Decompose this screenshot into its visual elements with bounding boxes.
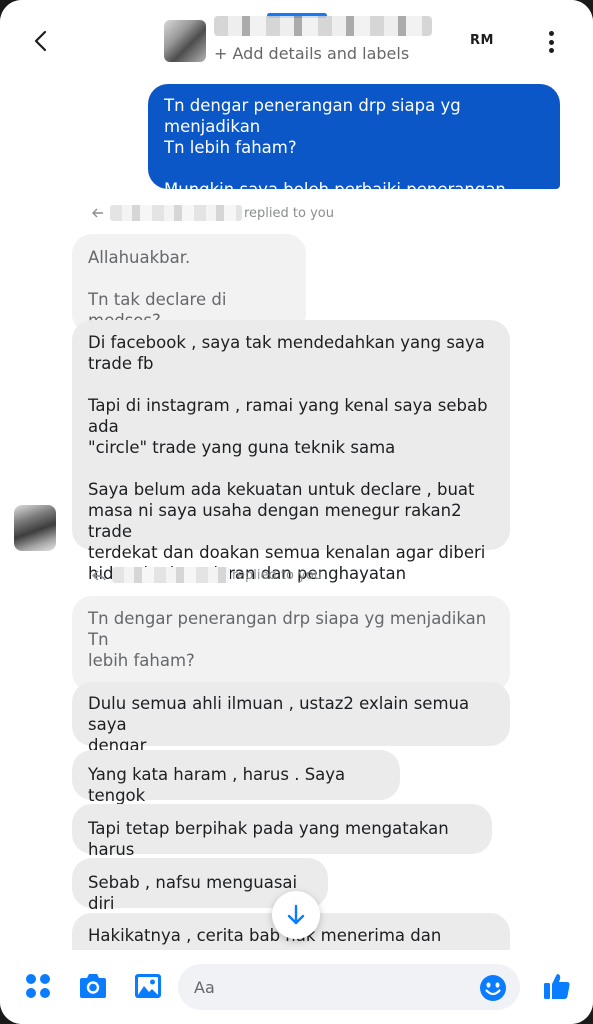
- sender-avatar[interactable]: [14, 505, 56, 551]
- message-thread[interactable]: Tn dengar penerangan drp siapa yg menjad…: [0, 82, 593, 950]
- incoming-message[interactable]: Yang kata haram , harus . Saya tengok: [72, 750, 400, 805]
- gallery-button[interactable]: [130, 968, 166, 1004]
- more-actions-button[interactable]: [20, 968, 56, 1004]
- incoming-message[interactable]: Di facebook , saya tak mendedahkan yang …: [72, 320, 510, 583]
- reply-arrow-icon: [92, 208, 103, 218]
- reply-arrow-icon: [92, 569, 106, 581]
- incoming-message[interactable]: Dulu semua ahli ilmuan , ustaz2 exlain s…: [72, 682, 510, 755]
- contact-avatar[interactable]: [164, 20, 206, 62]
- camera-icon: [80, 974, 106, 998]
- incoming-message[interactable]: Tapi tetap berpihak pada yang mengatakan…: [72, 804, 492, 859]
- scroll-to-bottom-button[interactable]: [272, 891, 320, 939]
- chat-header: + Add details and labels RM: [0, 0, 593, 82]
- camera-button[interactable]: [75, 968, 111, 1004]
- sender-name-redacted: [110, 205, 242, 221]
- more-options-button[interactable]: [538, 28, 564, 56]
- quoted-message[interactable]: Tn dengar penerangan drp siapa yg menjad…: [72, 596, 510, 692]
- image-icon: [135, 974, 161, 998]
- four-dots-icon: [26, 974, 50, 998]
- arrow-down-icon: [287, 904, 305, 925]
- thumbs-up-icon: [544, 974, 570, 999]
- smiley-icon: [480, 975, 506, 1001]
- contact-name-redacted[interactable]: [214, 16, 432, 36]
- chevron-left-icon: [34, 30, 47, 52]
- reply-indicator: replied to you: [92, 205, 334, 221]
- messenger-screen: + Add details and labels RM Tn dengar pe…: [0, 0, 593, 1024]
- message-input[interactable]: [178, 964, 520, 1010]
- outgoing-message[interactable]: Tn dengar penerangan drp siapa yg menjad…: [148, 84, 560, 220]
- more-vertical-icon: [548, 31, 554, 36]
- reply-indicator: replied to you: [92, 567, 322, 583]
- back-button[interactable]: [24, 24, 58, 58]
- emoji-button[interactable]: [479, 974, 507, 1002]
- contact-initials[interactable]: RM: [470, 33, 494, 48]
- sender-name-redacted: [112, 567, 230, 583]
- add-details-link[interactable]: + Add details and labels: [214, 44, 409, 63]
- quoted-message[interactable]: Allahuakbar. Tn tak declare di medsos?: [72, 234, 306, 334]
- composer-bar: [0, 950, 593, 1024]
- like-button[interactable]: [539, 968, 575, 1004]
